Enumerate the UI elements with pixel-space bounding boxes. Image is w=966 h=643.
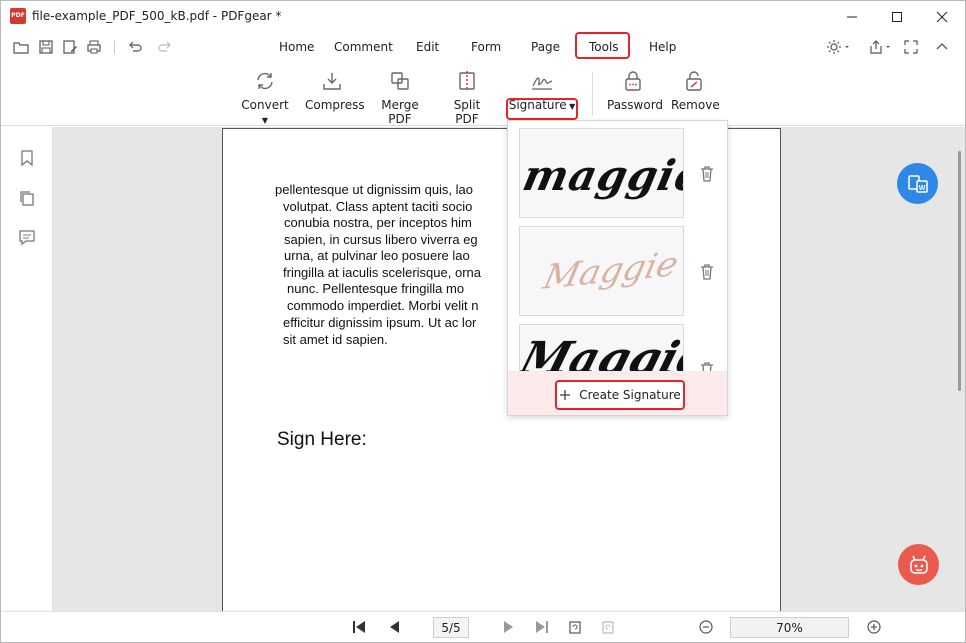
convert-button[interactable]: Convert ▼ [238, 70, 292, 126]
maximize-button[interactable] [874, 1, 920, 32]
thumbnails-icon[interactable] [18, 189, 36, 207]
convert-label: Convert [241, 98, 289, 112]
window-title: file-example_PDF_500_kB.pdf - PDFgear * [32, 9, 282, 23]
signature-dropdown: maggie Maggie Maggie Create Signature [507, 120, 728, 416]
menu-edit[interactable]: Edit [416, 40, 439, 54]
save-icon[interactable] [38, 39, 54, 55]
menu-comment[interactable]: Comment [334, 40, 393, 54]
title-bar: PDF file-example_PDF_500_kB.pdf - PDFgea… [1, 1, 965, 32]
menu-home[interactable]: Home [279, 40, 314, 54]
split-pdf-button[interactable]: Split PDF [442, 70, 492, 126]
menu-help[interactable]: Help [649, 40, 676, 54]
svg-text:W: W [918, 185, 925, 192]
bottom-navigation-bar: 5/5 70% [1, 611, 965, 642]
merge-pdf-button[interactable]: Merge PDF [370, 70, 430, 126]
pdf-text-line: urna, at pulvinar leo posuere lao [284, 248, 470, 263]
pdf-text-line: fringilla at iaculis scelerisque, orna [283, 265, 481, 280]
save-as-icon[interactable] [62, 39, 78, 55]
bookmark-icon[interactable] [18, 149, 36, 167]
split-icon [459, 71, 475, 91]
pdf-to-word-icon: W [907, 174, 928, 193]
next-page-icon[interactable] [500, 619, 516, 635]
merge-icon [391, 72, 409, 90]
saved-signature-2[interactable]: Maggie [519, 226, 684, 316]
compress-icon [323, 73, 341, 90]
trash-icon[interactable] [699, 263, 715, 281]
convert-to-word-button[interactable]: W [897, 163, 938, 204]
split-label: Split PDF [453, 98, 481, 126]
close-icon [936, 11, 948, 22]
sign-here-label: Sign Here: [277, 429, 367, 450]
menu-bar: Home Comment Edit Form Page Tools Help [1, 32, 965, 62]
previous-page-icon[interactable] [387, 619, 403, 635]
rotate-back-icon[interactable] [567, 619, 583, 635]
vertical-scrollbar[interactable] [958, 151, 961, 391]
create-signature-bar: Create Signature [508, 371, 727, 415]
app-logo-icon: PDF [10, 8, 26, 24]
compress-label: Compress [305, 98, 365, 112]
unlock-icon [686, 71, 702, 91]
password-button[interactable]: Password [607, 70, 663, 112]
signature-icon [532, 77, 553, 90]
pdf-text-line: volutpat. Class aptent taciti socio [283, 199, 473, 214]
pdf-text-line: commodo imperdiet. Morbi velit n [287, 298, 479, 313]
zoom-in-icon[interactable] [866, 619, 882, 635]
ai-assistant-button[interactable] [898, 544, 939, 585]
rotate-forward-icon[interactable] [600, 619, 616, 635]
undo-icon[interactable] [127, 39, 143, 55]
left-sidebar [1, 127, 53, 627]
tools-ribbon: Convert ▼ Compress Merge PDF Split PDF S… [1, 62, 965, 126]
comments-icon[interactable] [18, 228, 36, 246]
pdf-text-line: nunc. Pellentesque fringilla mo [287, 281, 465, 296]
merge-label: Merge PDF [381, 98, 419, 126]
pdf-text-line: sit amet id sapien. [283, 332, 388, 347]
last-page-icon[interactable] [534, 619, 550, 635]
zoom-out-icon[interactable] [698, 619, 714, 635]
ribbon-divider [592, 72, 593, 116]
signature-text: Maggie [539, 244, 682, 298]
signature-text: maggie [519, 151, 684, 200]
close-button[interactable] [919, 1, 965, 32]
saved-signature-1[interactable]: maggie [519, 128, 684, 218]
collapse-ribbon-icon[interactable] [934, 39, 950, 55]
create-signature-label: Create Signature [579, 388, 681, 402]
zoom-level-field[interactable]: 70% [730, 617, 849, 638]
pdf-text-line: conubia nostra, per inceptos him [284, 215, 472, 230]
password-label: Password [607, 98, 664, 112]
trash-icon[interactable] [699, 165, 715, 183]
maximize-icon [892, 11, 902, 22]
pdf-text-line: efficitur dignissim ipsum. Ut ac lor [283, 315, 477, 330]
open-folder-icon[interactable] [13, 39, 29, 55]
print-icon[interactable] [86, 39, 102, 55]
menu-page[interactable]: Page [531, 40, 560, 54]
signature-highlight [506, 98, 578, 120]
convert-icon [257, 72, 273, 90]
robot-icon [909, 555, 928, 574]
theme-brightness-icon[interactable] [826, 39, 850, 55]
toolbar-divider [114, 40, 115, 54]
create-signature-button[interactable]: Create Signature [555, 380, 685, 410]
lock-icon [625, 71, 641, 91]
page-number-input[interactable]: 5/5 [433, 617, 469, 638]
first-page-icon[interactable] [351, 619, 367, 635]
tools-highlight [575, 32, 630, 59]
redo-icon[interactable] [157, 39, 173, 55]
compress-button[interactable]: Compress [305, 70, 365, 112]
fullscreen-icon[interactable] [903, 39, 919, 55]
plus-icon [560, 390, 571, 400]
remove-label: Remove [671, 98, 720, 112]
remove-password-button[interactable]: Remove [671, 70, 720, 112]
menu-form[interactable]: Form [471, 40, 501, 54]
minimize-icon [847, 16, 857, 17]
share-icon[interactable] [868, 39, 892, 55]
pdf-text-line: pellentesque ut dignissim quis, lao [275, 182, 474, 197]
minimize-button[interactable] [829, 1, 875, 32]
pdfgear-window: PDF file-example_PDF_500_kB.pdf - PDFgea… [0, 0, 966, 643]
dropdown-caret-icon: ▼ [261, 116, 269, 125]
pdf-text-line: sapien, in cursus libero viverra eg [284, 232, 478, 247]
